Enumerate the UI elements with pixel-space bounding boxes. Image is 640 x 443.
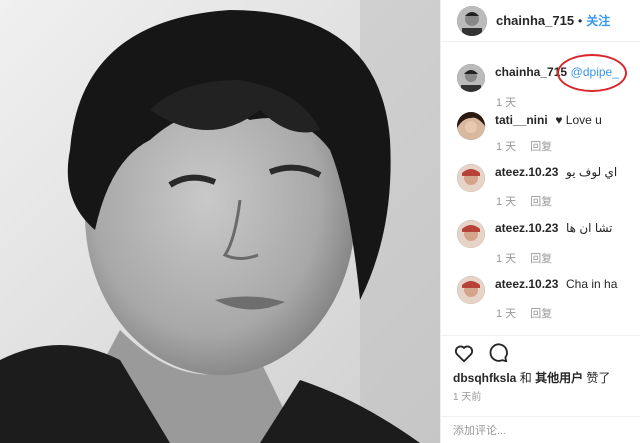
- comment-text: تشا ان ها: [566, 221, 613, 235]
- author-username[interactable]: chainha_715: [496, 13, 574, 28]
- comment-time: 1 天: [496, 141, 517, 153]
- comment-username[interactable]: ateez.10.23: [495, 221, 558, 235]
- reply-link[interactable]: 回复: [530, 196, 552, 208]
- likes-others[interactable]: 其他用户: [535, 371, 583, 385]
- commenter-avatar[interactable]: [457, 164, 485, 192]
- comment-meta: 1 天 回复: [496, 305, 552, 321]
- comment-username[interactable]: ateez.10.23: [495, 165, 558, 179]
- comment-username[interactable]: tati__nini: [495, 113, 548, 127]
- comment-text: ♥ Love u: [555, 113, 602, 127]
- post-photo[interactable]: [0, 0, 440, 443]
- comment-item: ateez.10.23 Cha in ha: [457, 276, 637, 304]
- comment-text: اي لوف يو: [566, 165, 618, 179]
- comment-time: 1 天: [496, 196, 517, 208]
- author-avatar[interactable]: [457, 5, 487, 36]
- comment-meta: 1 天 回复: [496, 193, 552, 209]
- commenter-avatar[interactable]: [457, 64, 485, 92]
- commenter-avatar[interactable]: [457, 112, 485, 140]
- comment-meta: 1 天 回复: [496, 138, 552, 154]
- comment-text: Cha in ha: [566, 277, 618, 291]
- commenter-avatar[interactable]: [457, 276, 485, 304]
- comment-item: ateez.10.23 تشا ان ها: [457, 220, 637, 248]
- comment-time: 1 天: [496, 308, 517, 320]
- reply-link[interactable]: 回复: [530, 141, 552, 153]
- reply-link[interactable]: 回复: [530, 308, 552, 320]
- comment-item: ateez.10.23 اي لوف يو: [457, 164, 637, 192]
- comment-time: 1 天: [496, 253, 517, 265]
- post-header: chainha_715 • 关注: [441, 0, 640, 42]
- post-actions: [441, 335, 640, 369]
- post-time: 1 天前: [453, 392, 482, 403]
- follow-button[interactable]: 关注: [586, 12, 610, 29]
- comment-meta: 1 天 回复: [496, 250, 552, 266]
- post-side-panel: chainha_715 • 关注 chainha_715 @dpipe_ 1 天…: [440, 0, 640, 443]
- likes-suffix: 赞了: [586, 371, 611, 385]
- comment-username[interactable]: ateez.10.23: [495, 277, 558, 291]
- reply-link[interactable]: 回复: [530, 253, 552, 265]
- liker-username[interactable]: dbsqhfksla: [453, 371, 516, 385]
- likes-summary: dbsqhfksla 和 其他用户 赞了: [453, 369, 610, 386]
- heart-icon[interactable]: [453, 342, 475, 364]
- comment-meta: 1 天: [496, 94, 516, 110]
- comment-time: 1 天: [496, 97, 517, 109]
- add-comment-input[interactable]: 添加评论...: [441, 416, 640, 443]
- portrait-image: [0, 0, 440, 443]
- commenter-avatar[interactable]: [457, 220, 485, 248]
- likes-joiner: 和: [519, 371, 532, 385]
- comment-icon[interactable]: [487, 342, 509, 364]
- separator-dot: •: [578, 13, 583, 28]
- red-highlight-circle: [557, 54, 627, 92]
- comment-item: tati__nini ♥ Love u: [457, 112, 637, 140]
